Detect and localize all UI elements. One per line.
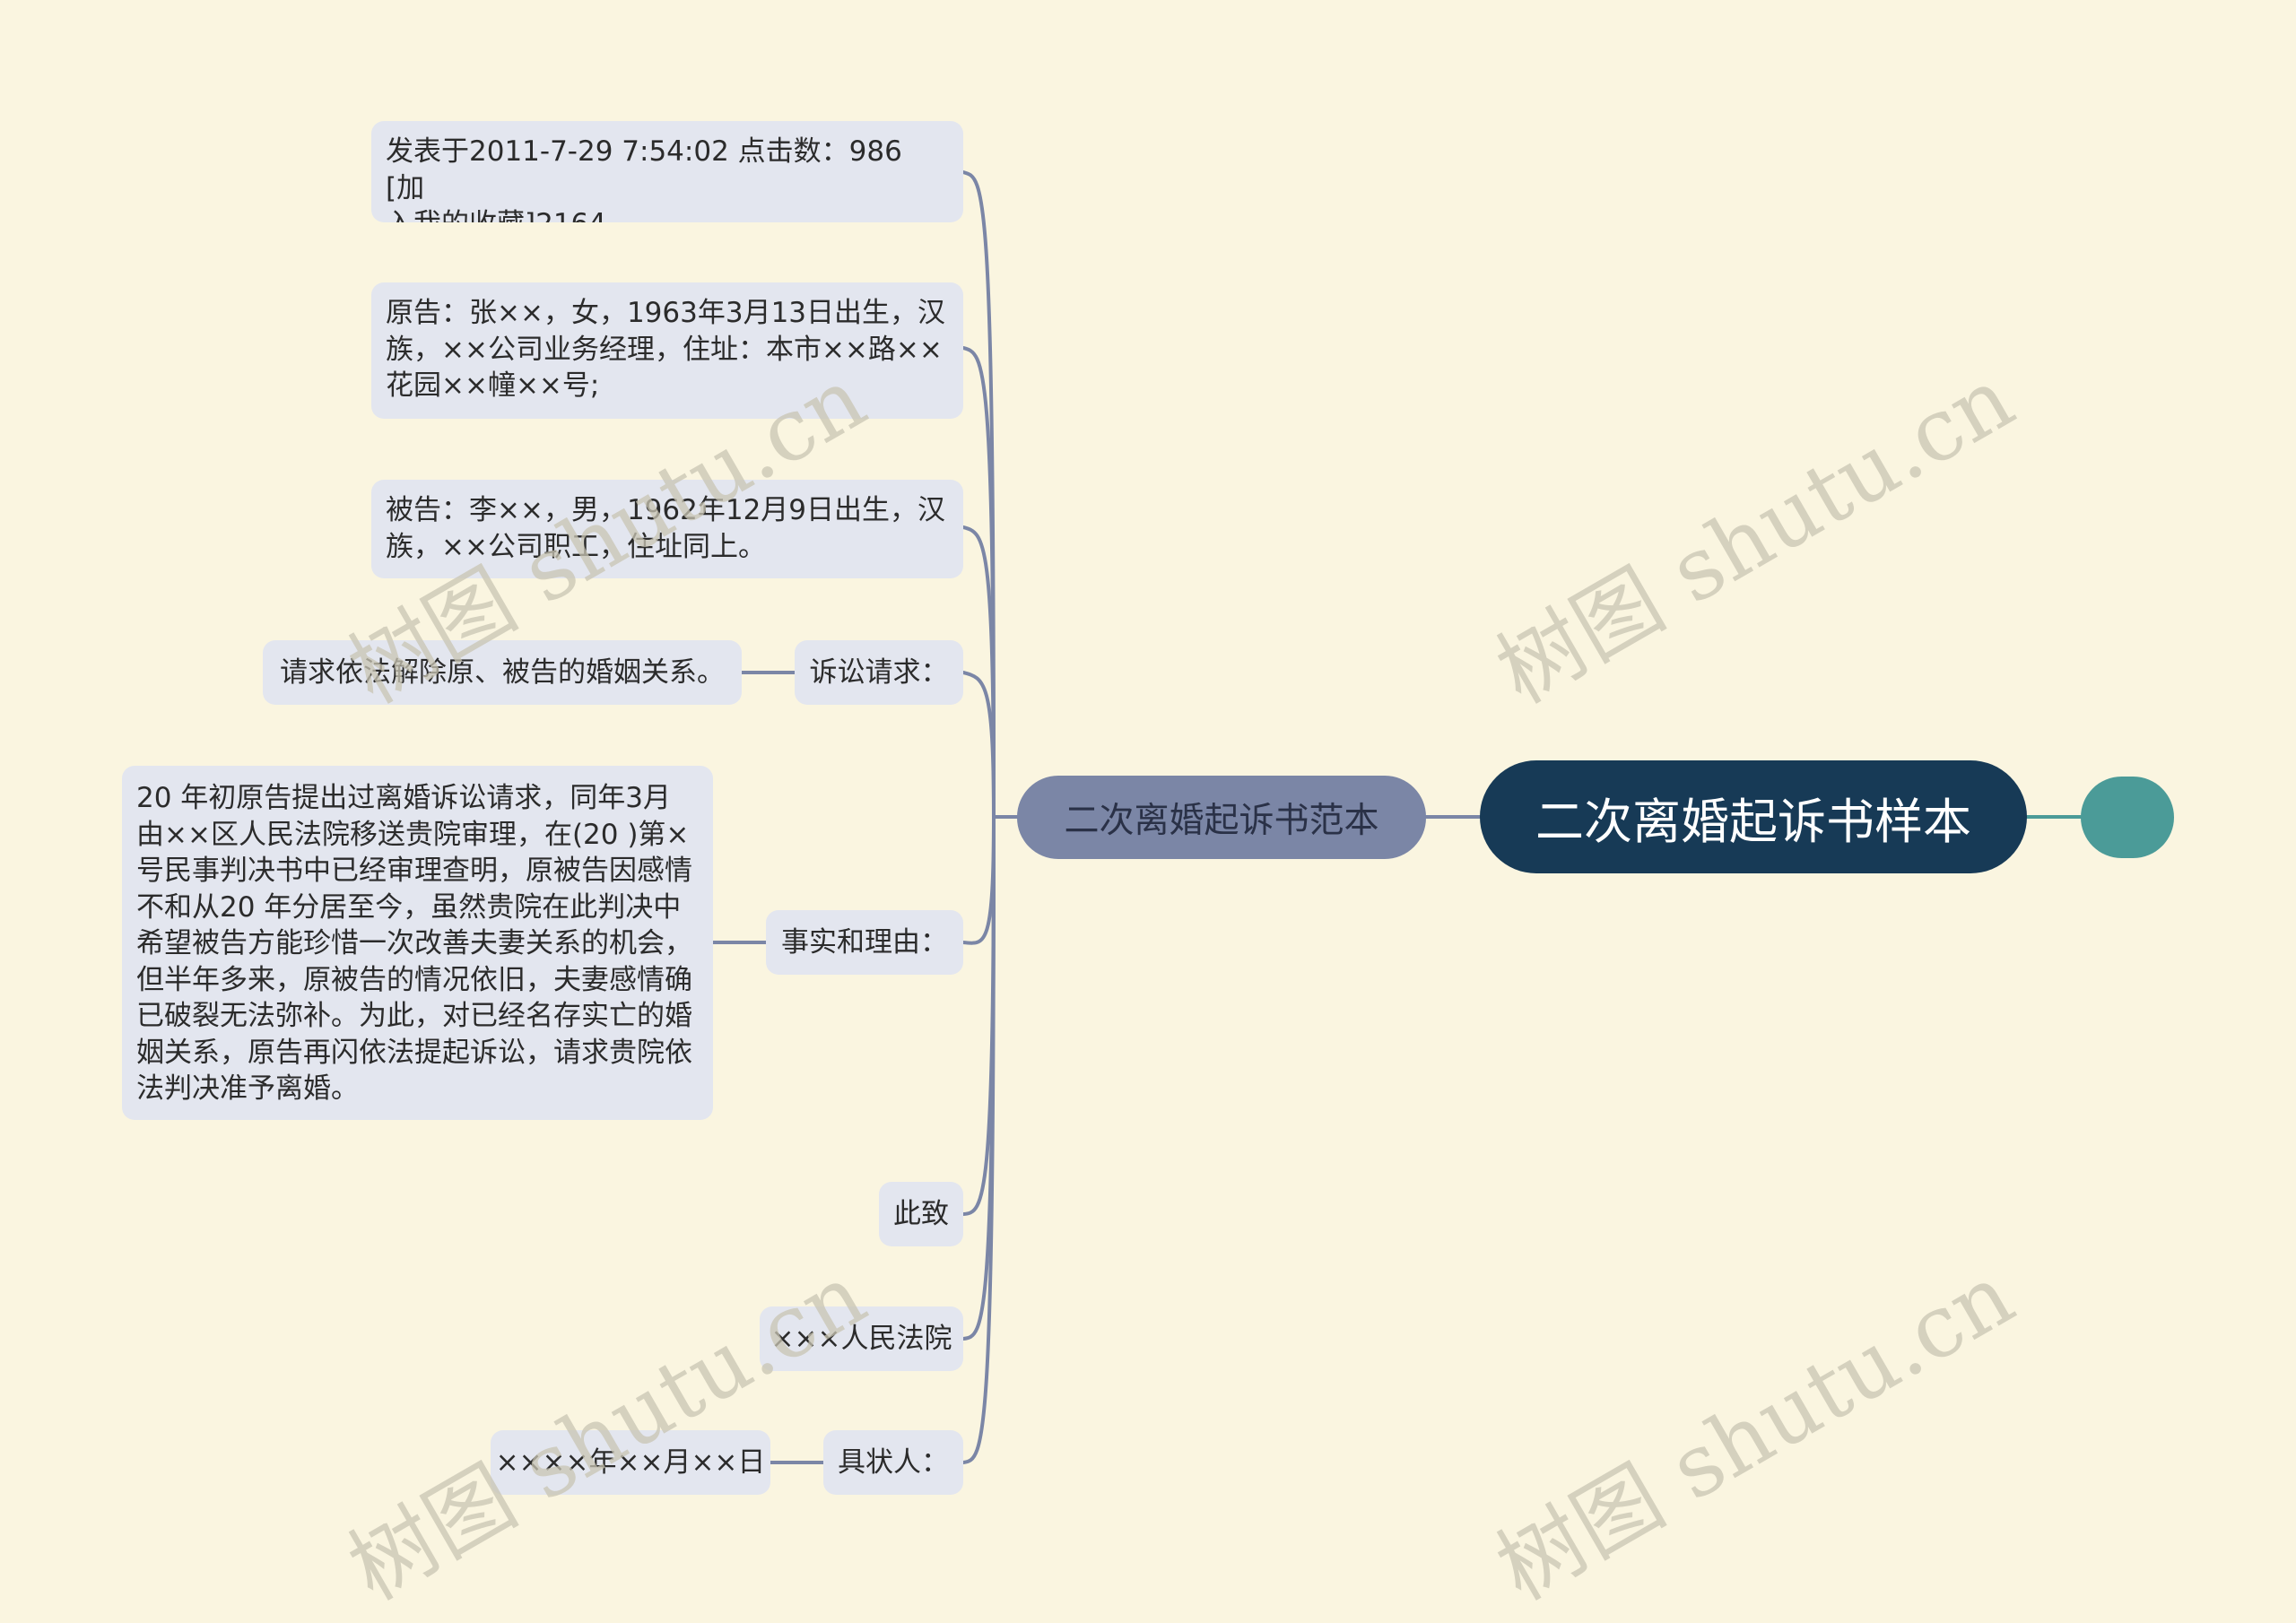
leaf-node-facts-detail[interactable]: 20 年初原告提出过离婚诉讼请求，同年3月 由××区人民法院移送贵院审理，在(2… (122, 766, 713, 1120)
defendant-line-1: 被告：李××，男，1962年12月9日出生，汉 (386, 494, 946, 526)
plaintiff-line-2: 族，××公司业务经理，住址：本市××路×× (386, 333, 943, 366)
post-info-line-1: 发表于2011-7-29 7:54:02 点击数：986 [加 (386, 135, 902, 204)
collapse-toggle[interactable] (2081, 777, 2174, 858)
facts-line-5: 希望被告方能珍惜一次改善夫妻关系的机会， (136, 927, 692, 959)
connector-item-5 (961, 815, 996, 945)
facts-line-1: 20 年初原告提出过离婚诉讼请求，同年3月 (136, 782, 672, 814)
facts-line-3: 号民事判决书中已经审理查明，原被告因感情 (136, 855, 692, 887)
plaintiff-line-1: 原告：张××，女，1963年3月13日出生，汉 (386, 297, 946, 329)
facts-line-4: 不和从20 年分居至今，虽然贵院在此判决中 (136, 890, 682, 924)
facts-line-7: 已破裂无法弥补。为此，对已经名存实亡的婚 (136, 1000, 692, 1032)
leaf-node-defendant[interactable]: 被告：李××，男，1962年12月9日出生，汉 族，××公司职工，住址同上。 (371, 480, 963, 578)
facts-line-8: 姻关系，原告再闪依法提起诉讼，请求贵院依 (136, 1036, 692, 1069)
node-claims[interactable]: 诉讼请求： (795, 640, 963, 705)
branch-node[interactable]: 二次离婚起诉书范本 (1017, 776, 1426, 859)
mind-map-canvas: 二次离婚起诉书样本 二次离婚起诉书范本 发表于2011-7-29 7:54:02… (0, 0, 2296, 1619)
connector-item-6 (961, 815, 996, 1216)
plaintiff-line-3: 花园××幢××号; (386, 369, 600, 402)
leaf-node-post-info[interactable]: 发表于2011-7-29 7:54:02 点击数：986 [加 入我的收藏]21… (371, 121, 963, 222)
connector-item-4 (961, 671, 996, 819)
facts-line-6: 但半年多来，原被告的情况依旧，夫妻感情确 (136, 963, 692, 996)
facts-line-9: 法判决准予离婚。 (136, 1072, 359, 1105)
node-court[interactable]: ×××人民法院 (760, 1306, 963, 1371)
node-facts-reasons[interactable]: 事实和理由： (766, 910, 963, 975)
facts-line-2: 由××区人民法院移送贵院审理，在(20 )第× (136, 818, 690, 851)
defendant-line-2: 族，××公司职工，住址同上。 (386, 530, 766, 563)
node-closing[interactable]: 此致 (879, 1182, 963, 1246)
leaf-node-date[interactable]: ××××年××月××日 (491, 1430, 770, 1495)
leaf-node-plaintiff[interactable]: 原告：张××，女，1963年3月13日出生，汉 族，××公司业务经理，住址：本市… (371, 282, 963, 419)
root-node[interactable]: 二次离婚起诉书样本 (1480, 760, 2027, 873)
leaf-node-claims-detail[interactable]: 请求依法解除原、被告的婚姻关系。 (263, 640, 742, 705)
node-signatory[interactable]: 具状人： (823, 1430, 963, 1495)
post-info-line-2: 入我的收藏]2164 (386, 206, 949, 222)
